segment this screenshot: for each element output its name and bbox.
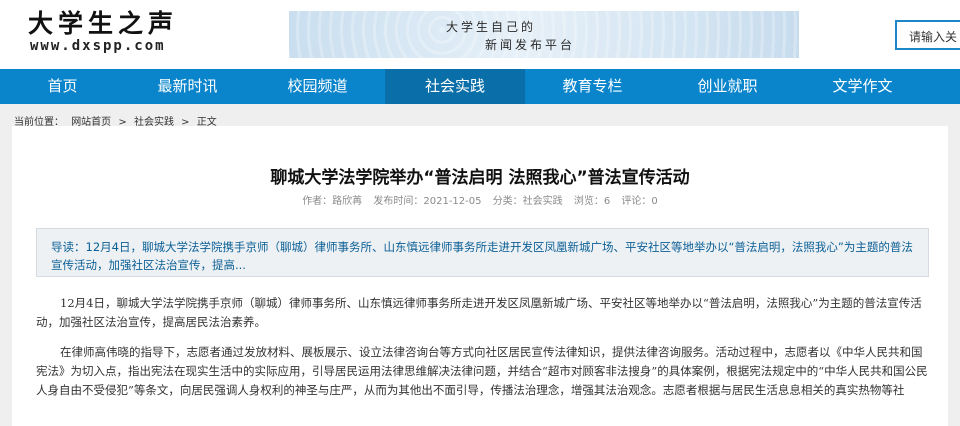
meta-date: 发布时间：2021-12-05 [373, 196, 482, 207]
search-input[interactable]: 请输入关 [895, 20, 960, 50]
logo-chinese-name: 大学生之声 [28, 9, 179, 38]
article-title: 聊城大学法学院举办“普法启明 法照我心”普法宣传活动 [270, 168, 690, 188]
site-logo[interactable]: 大学生之声 www.dxspp.com [28, 9, 179, 55]
banner-slogan-line1: 大学生自己的 [446, 20, 537, 34]
nav-item-education[interactable]: 教育专栏 [525, 69, 660, 104]
nav-item-social-practice[interactable]: 社会实践 [385, 69, 525, 104]
nav-item-home[interactable]: 首页 [0, 69, 125, 104]
article-card: 聊城大学法学院举办“普法启明 法照我心”普法宣传活动 作者：路欣苒 发布时间：2… [12, 126, 948, 426]
logo-url: www.dxspp.com [30, 38, 166, 54]
site-header: 大学生之声 www.dxspp.com 大学生自己的 新闻发布平台 请输入关 [0, 0, 960, 69]
article-paragraph: 12月4日，聊城大学法学院携手京师（聊城）律师事务所、山东慎远律师事务所走进开发… [36, 296, 922, 329]
article-meta: 作者：路欣苒 发布时间：2021-12-05 分类：社会实践 浏览：6 评论：0 [12, 192, 948, 207]
nav-item-latest-news[interactable]: 最新时讯 [125, 69, 250, 104]
meta-comments: 评论：0 [621, 196, 658, 207]
header-banner: 大学生自己的 新闻发布平台 [289, 11, 799, 58]
main-nav: 首页 最新时讯 校园频道 社会实践 教育专栏 创业就职 文学作文 [0, 69, 960, 104]
meta-category: 分类：社会实践 [492, 196, 563, 207]
article-paragraph: 在律师高伟晓的指导下，志愿者通过发放材料、展板展示、设立法律咨询台等方式向社区居… [36, 345, 928, 397]
meta-author: 作者：路欣苒 [302, 196, 363, 207]
nav-item-career[interactable]: 创业就职 [660, 69, 795, 104]
article-summary: 导读：12月4日，聊城大学法学院携手京师（聊城）律师事务所、山东慎远律师事务所走… [36, 228, 929, 277]
search-placeholder: 请输入关 [909, 30, 958, 44]
meta-views: 浏览：6 [573, 196, 611, 207]
nav-item-literature[interactable]: 文学作文 [795, 69, 930, 104]
banner-slogan-line2: 新闻发布平台 [485, 38, 576, 52]
nav-item-campus[interactable]: 校园频道 [250, 69, 385, 104]
